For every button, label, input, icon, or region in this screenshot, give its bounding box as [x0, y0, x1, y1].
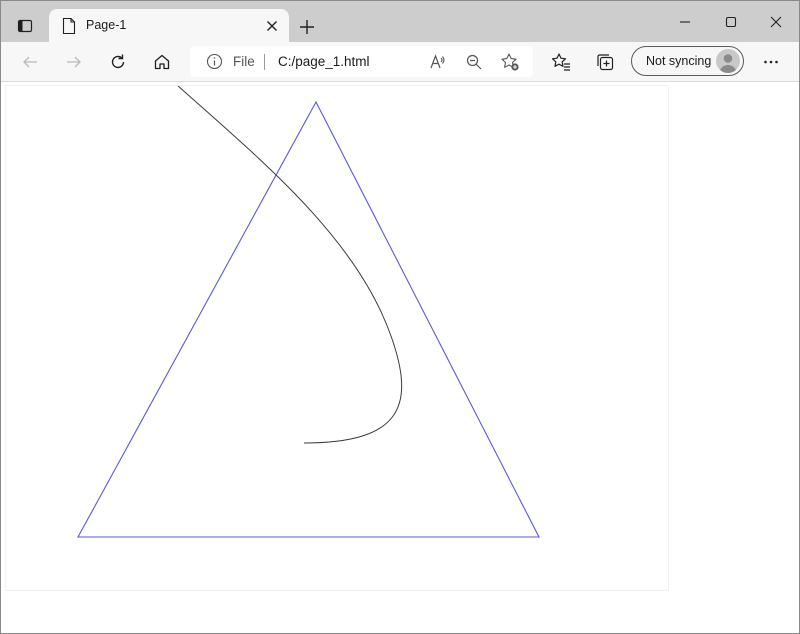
- tab-strip: Page-1: [1, 1, 799, 42]
- forward-arrow-icon: [67, 56, 81, 68]
- triangle-shape: [77, 100, 540, 538]
- home-button[interactable]: [148, 48, 176, 76]
- read-aloud-icon: [430, 54, 445, 69]
- close-window-button[interactable]: [762, 9, 790, 35]
- address-separator: [264, 54, 265, 70]
- drawing-svg: [77, 86, 540, 538]
- refresh-icon: [111, 54, 125, 69]
- tab-page-1[interactable]: Page-1: [49, 9, 289, 42]
- address-bar[interactable]: File C:/page_1.html: [190, 46, 533, 77]
- drawing-canvas: [5, 85, 669, 591]
- browser-window: Page-1 File C:/page_1.html Not syncing: [0, 0, 800, 634]
- address-scheme-label: File: [233, 54, 255, 69]
- more-icon: [764, 60, 778, 64]
- plus-icon: [300, 20, 314, 34]
- zoom-out-button[interactable]: [464, 52, 484, 72]
- profile-sync-label: Not syncing: [646, 54, 712, 68]
- minimize-button[interactable]: [671, 9, 699, 35]
- zoom-out-icon: [466, 54, 482, 70]
- add-favorite-icon: [501, 53, 519, 71]
- collections-icon: [597, 54, 614, 71]
- page-icon: [62, 17, 76, 35]
- collections-button[interactable]: [591, 48, 619, 76]
- page-viewport: [1, 82, 799, 633]
- tab-actions-button[interactable]: [11, 13, 39, 39]
- refresh-button[interactable]: [104, 48, 132, 76]
- more-button[interactable]: [757, 48, 785, 76]
- close-tab-button[interactable]: [263, 17, 281, 35]
- maximize-icon: [725, 16, 737, 28]
- profile-sync-button[interactable]: Not syncing: [631, 46, 744, 76]
- minimize-icon: [680, 21, 690, 23]
- home-icon: [154, 54, 170, 70]
- info-icon[interactable]: [206, 53, 223, 70]
- browser-toolbar: File C:/page_1.html Not syncing: [1, 42, 799, 82]
- close-icon: [267, 21, 277, 31]
- curve-shape: [177, 86, 403, 444]
- back-button[interactable]: [16, 48, 44, 76]
- forward-button[interactable]: [60, 48, 88, 76]
- address-url[interactable]: C:/page_1.html: [278, 54, 370, 69]
- tab-actions-icon: [17, 19, 33, 33]
- read-aloud-button[interactable]: [428, 52, 448, 72]
- back-arrow-icon: [23, 56, 37, 68]
- new-tab-button[interactable]: [295, 15, 319, 39]
- close-icon: [770, 16, 782, 28]
- favorites-icon: [551, 53, 570, 71]
- avatar: [716, 49, 740, 73]
- maximize-button[interactable]: [717, 9, 745, 35]
- user-icon: [719, 54, 737, 73]
- add-favorite-button[interactable]: [500, 52, 520, 72]
- favorites-button[interactable]: [547, 48, 575, 76]
- tab-title: Page-1: [86, 18, 127, 32]
